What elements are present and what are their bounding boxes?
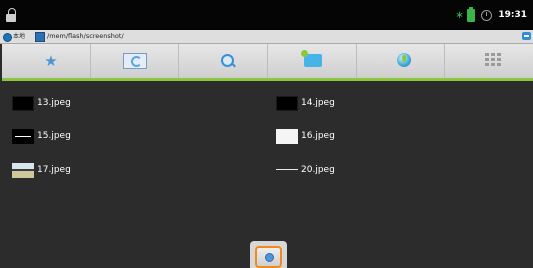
- favorites-button[interactable]: ★: [2, 44, 91, 78]
- file-item[interactable]: 13.jpeg: [12, 95, 71, 111]
- bluetooth-icon: ∗: [455, 9, 464, 21]
- star-icon: ★: [44, 52, 58, 70]
- image-thumbnail: [12, 162, 34, 178]
- image-thumbnail: [12, 128, 34, 144]
- grid-icon: [485, 53, 502, 67]
- alarm-icon: [481, 9, 493, 21]
- image-thumbnail: [276, 128, 298, 144]
- current-path[interactable]: /mem/flash/screenshot/: [47, 30, 124, 43]
- image-thumbnail: [12, 95, 34, 111]
- file-name: 16.jpeg: [301, 131, 335, 141]
- collapse-button[interactable]: [522, 32, 531, 40]
- file-name: 13.jpeg: [37, 98, 71, 108]
- refresh-icon: [122, 53, 147, 69]
- file-item[interactable]: 20.jpeg: [276, 162, 335, 178]
- battery-icon: [467, 6, 476, 22]
- path-bar: 本地 /mem/flash/screenshot/: [0, 30, 533, 44]
- file-name: 17.jpeg: [37, 165, 71, 175]
- new-folder-button[interactable]: [268, 44, 357, 78]
- file-name: 15.jpeg: [37, 131, 71, 141]
- image-thumbnail: [276, 163, 298, 178]
- search-button[interactable]: [179, 44, 269, 78]
- file-item[interactable]: 15.jpeg: [12, 128, 71, 144]
- toolbar-page-dots: • • • • • • •: [362, 74, 490, 81]
- status-bar: ∗ 19:31: [0, 0, 533, 30]
- file-item[interactable]: 17.jpeg: [12, 162, 71, 178]
- file-item[interactable]: 14.jpeg: [276, 95, 335, 111]
- globe-icon: [396, 53, 411, 67]
- file-item[interactable]: 16.jpeg: [276, 128, 335, 144]
- file-name: 20.jpeg: [301, 165, 335, 175]
- home-button[interactable]: [255, 246, 282, 268]
- new-folder-icon: [301, 50, 323, 67]
- lock-icon: [6, 8, 16, 22]
- location-label[interactable]: 本地: [13, 31, 25, 42]
- network-button[interactable]: [356, 44, 446, 78]
- local-storage-icon[interactable]: [3, 33, 12, 42]
- refresh-button[interactable]: [90, 44, 180, 78]
- file-name: 14.jpeg: [301, 98, 335, 108]
- folder-icon: [35, 32, 45, 42]
- clock-time: 19:31: [498, 10, 527, 20]
- image-thumbnail: [276, 95, 298, 111]
- view-mode-button[interactable]: [445, 44, 533, 78]
- status-icons: ∗ 19:31: [455, 6, 527, 22]
- search-icon: [221, 54, 235, 67]
- toolbar: ★: [2, 44, 533, 78]
